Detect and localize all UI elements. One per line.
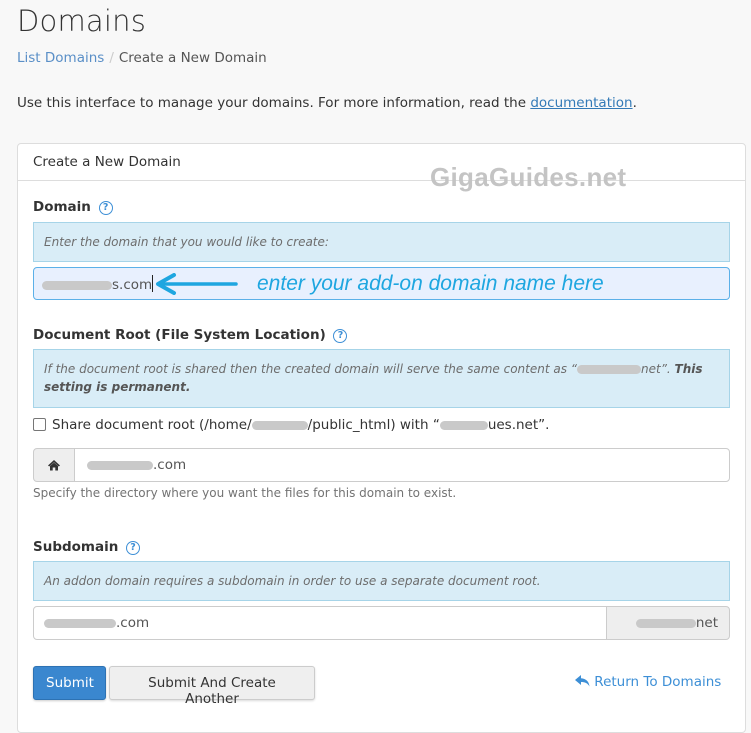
question-circle-icon[interactable]: ? [333, 329, 348, 343]
submit-button[interactable]: Submit [33, 666, 106, 700]
breadcrumb-list-domains-link[interactable]: List Domains [17, 50, 104, 66]
subdomain-label-text: Subdomain [33, 539, 119, 555]
submit-and-create-another-button[interactable]: Submit And Create Another [109, 666, 315, 707]
share-docroot-checkbox[interactable] [33, 418, 46, 431]
redacted-text [251, 420, 308, 430]
intro-text-body: Use this interface to manage your domain… [17, 95, 531, 111]
return-to-domains-label: Return To Domains [594, 674, 722, 690]
docroot-label: Document Root (File System Location) ? [33, 327, 348, 343]
subdomain-suffix-addon: net [606, 606, 730, 640]
breadcrumb: List Domains / Create a New Domain [17, 50, 267, 66]
intro-text: Use this interface to manage your domain… [17, 95, 637, 111]
create-domain-panel: Create a New Domain GigaGuides.net Domai… [17, 143, 746, 733]
domain-hint: Enter the domain that you would like to … [33, 222, 730, 262]
subdomain-input[interactable]: .com [33, 606, 607, 640]
docroot-input[interactable]: .com [74, 448, 730, 482]
subdomain-label: Subdomain ? [33, 539, 141, 555]
subdomain-input-value: .com [116, 615, 150, 631]
question-circle-icon[interactable]: ? [98, 201, 113, 215]
redacted-text [42, 280, 112, 290]
home-icon [48, 460, 60, 471]
breadcrumb-separator: / [109, 50, 114, 66]
share-docroot-label-end[interactable]: ues.net”. [488, 417, 550, 433]
docroot-hint-text-mid: net”. [641, 362, 675, 376]
subdomain-suffix-text: net [695, 615, 718, 631]
question-circle-icon[interactable]: ? [126, 541, 141, 555]
share-docroot-label[interactable]: Share document root (/home/ [52, 417, 252, 433]
docroot-hint: If the document root is shared then the … [33, 349, 730, 408]
domain-input[interactable]: s.com enter your add-on domain name here [33, 267, 730, 300]
redacted-text [439, 420, 488, 430]
share-docroot-row: Share document root (/home/ /public_html)… [33, 417, 549, 433]
redacted-text [87, 460, 153, 470]
annotation-text: enter your add-on domain name here [257, 272, 604, 295]
subdomain-input-group: .com net [33, 606, 730, 640]
docroot-label-text: Document Root (File System Location) [33, 327, 326, 343]
reply-icon [575, 675, 590, 687]
page-title: Domains [17, 4, 147, 38]
domain-input-value: s.com [112, 277, 153, 293]
panel-heading: Create a New Domain [18, 144, 745, 181]
intro-text-end: . [632, 95, 637, 111]
domain-label-text: Domain [33, 199, 91, 215]
subdomain-hint: An addon domain requires a subdomain in … [33, 561, 730, 601]
docroot-input-value: .com [153, 457, 187, 473]
docroot-hint-text: If the document root is shared then the … [44, 362, 577, 376]
breadcrumb-current: Create a New Domain [118, 50, 267, 66]
watermark: GigaGuides.net [430, 162, 627, 192]
annotation-arrow-icon [156, 273, 238, 295]
home-addon [33, 448, 75, 482]
domain-label: Domain ? [33, 199, 113, 215]
redacted-text [577, 365, 641, 374]
redacted-text [635, 618, 696, 628]
documentation-link[interactable]: documentation [530, 95, 632, 111]
docroot-input-group: .com [33, 448, 730, 482]
redacted-text [44, 618, 116, 628]
docroot-help-text: Specify the directory where you want the… [33, 486, 457, 500]
return-to-domains-link[interactable]: Return To Domains [575, 674, 721, 690]
share-docroot-label-mid[interactable]: /public_html) with “ [308, 417, 440, 433]
